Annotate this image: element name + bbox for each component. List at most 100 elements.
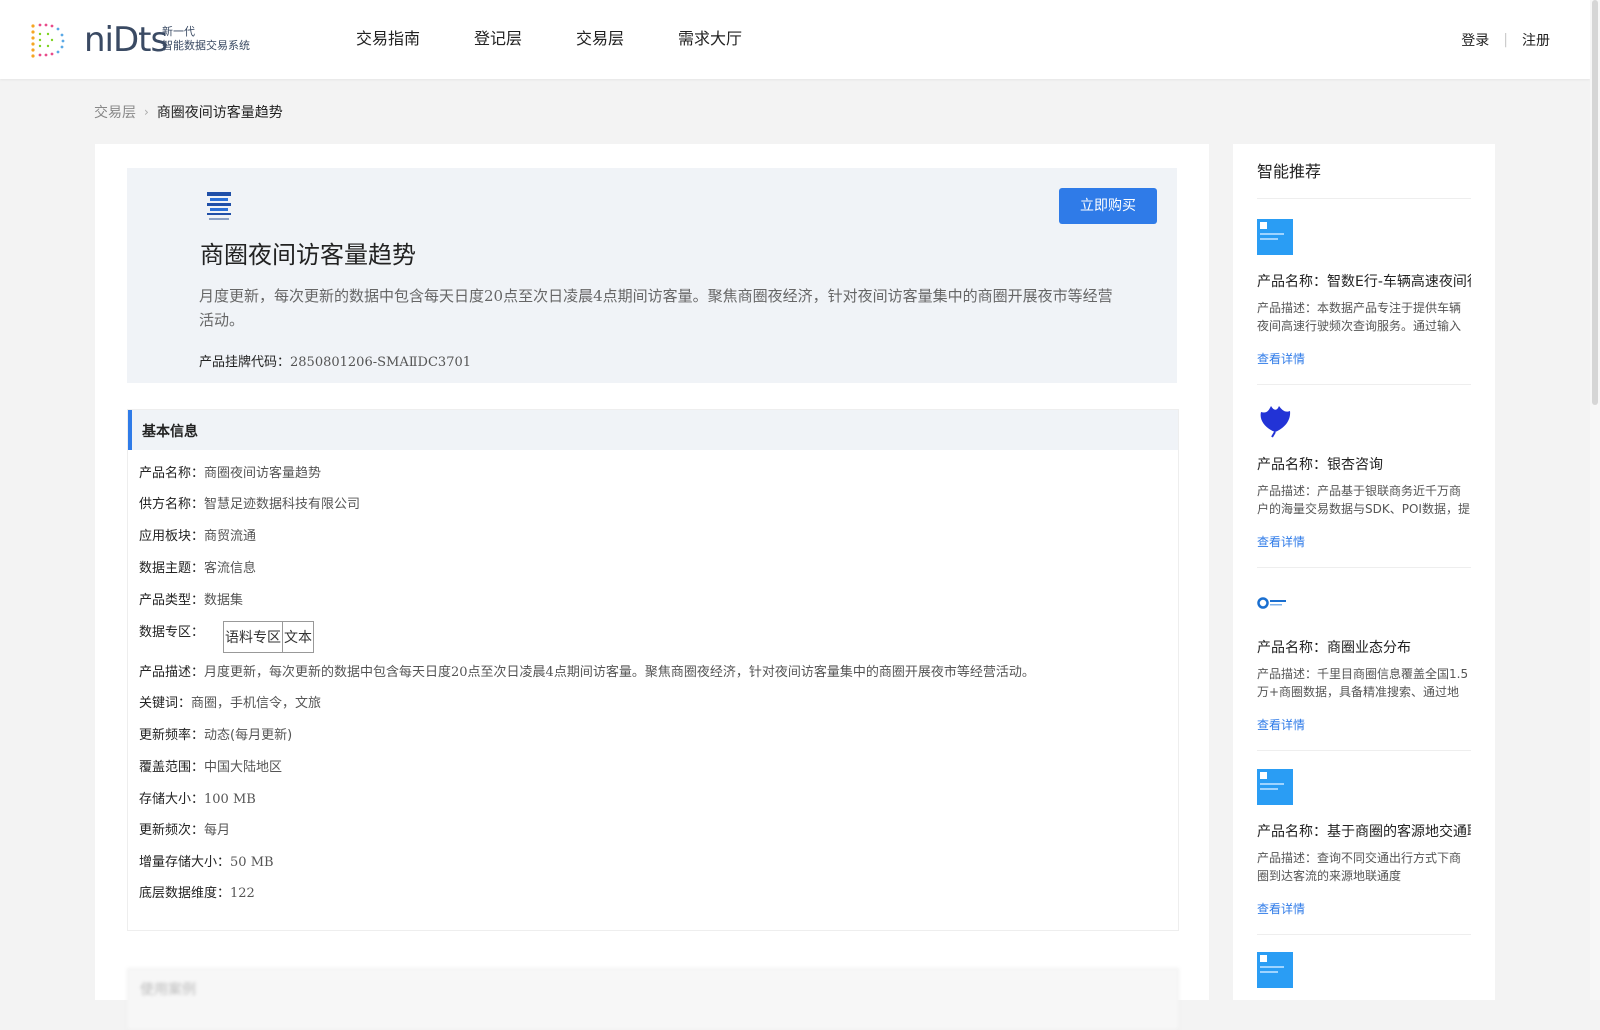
divider (1257, 567, 1471, 568)
recommendation-item[interactable]: 产品名称：银杏咨询 产品描述：产品基于银联商务近千万商户的海量交易数据与SDK、… (1257, 402, 1471, 552)
info-row-zone: 数据专区： 语料专区 文本 (139, 621, 314, 653)
info-row-storage-size: 存储大小：100 MB (139, 788, 256, 807)
auth-separator: | (1503, 32, 1508, 48)
info-value: 数据集 (204, 593, 244, 608)
info-value: 动态(每月更新) (204, 728, 293, 743)
name-value: 智数E行-车辆高速夜间行驶 (1327, 274, 1471, 290)
info-label: 应用板块： (139, 529, 205, 544)
page-scrollbar[interactable] (1590, 0, 1600, 1000)
recommendation-desc: 产品描述：产品基于银联商务近千万商户的海量交易数据与SDK、POI数据，提供商圈… (1257, 482, 1471, 518)
auth-links: 登录 | 注册 (1461, 30, 1550, 50)
info-value: 每月 (204, 823, 231, 838)
logo-sub-line1: 新一代 (162, 25, 195, 38)
info-value: 智慧足迹数据科技有限公司 (204, 497, 361, 512)
info-row-supplier: 供方名称：智慧足迹数据科技有限公司 (139, 493, 360, 512)
product-listing-code: 产品挂牌代码：2850801206-SMAⅡDC3701 (199, 351, 471, 370)
info-row-update-frequency: 更新频率：动态(每月更新) (139, 724, 292, 743)
site-logo[interactable]: niDts 新一代 智能数据交易系统 (28, 18, 268, 62)
listing-code-label: 产品挂牌代码： (199, 355, 291, 370)
info-value: 100 MB (204, 792, 256, 807)
buy-now-button[interactable]: 立即购买 (1059, 188, 1157, 224)
info-label: 供方名称： (139, 497, 205, 512)
logo-mark-icon (31, 23, 65, 58)
breadcrumb-parent[interactable]: 交易层 (94, 102, 136, 122)
nav-trading-layer[interactable]: 交易层 (576, 27, 624, 51)
recommendation-name: 产品名称：商圈业态分布 (1257, 637, 1471, 657)
info-label: 数据主题： (139, 561, 205, 576)
info-row-incremental-size: 增量存储大小：50 MB (139, 851, 274, 870)
name-value: 商圈业态分布 (1327, 640, 1411, 656)
chevron-right-icon: › (144, 105, 149, 119)
product-title: 商圈夜间访客量趋势 (200, 241, 416, 269)
recommendation-item[interactable]: 产品名称：商圈业态分布 产品描述：千里目商圈信息覆盖全国1.5万+商圈数据，具备… (1257, 585, 1471, 735)
usage-title: 使用案例 (140, 982, 196, 998)
info-row-dimensions: 底层数据维度：122 (139, 882, 255, 901)
desc-prefix: 产品描述： (1257, 301, 1318, 315)
name-prefix: 产品名称： (1257, 640, 1327, 656)
product-hero: 立即购买 商圈夜间访客量趋势 月度更新，每次更新的数据中包含每天日度20点至次日… (127, 168, 1177, 383)
info-row-theme: 数据主题：客流信息 (139, 557, 256, 576)
recommendation-item[interactable] (1257, 952, 1471, 1000)
nav-demand-hall[interactable]: 需求大厅 (678, 27, 742, 51)
name-value: 基于商圈的客源地交通联通度 (1327, 824, 1471, 840)
basic-info-title: 基本信息 (142, 424, 198, 440)
name-prefix: 产品名称： (1257, 824, 1327, 840)
product-provider-logo (207, 192, 231, 220)
usage-section-header: 使用案例 (127, 968, 1179, 1030)
recommendation-desc: 产品描述：本数据产品专注于提供车辆夜间高速行驶频次查询服务。通过输入车辆信息即可… (1257, 299, 1471, 335)
name-value: 银杏咨询 (1327, 457, 1383, 473)
divider (1257, 198, 1471, 199)
info-label: 更新频次： (139, 823, 205, 838)
login-link[interactable]: 登录 (1461, 30, 1489, 50)
breadcrumb-current: 商圈夜间访客量趋势 (156, 105, 283, 121)
ginkgo-icon (1260, 406, 1291, 438)
desc-prefix: 产品描述： (1257, 851, 1318, 865)
info-label: 关键词： (139, 696, 192, 711)
zone-cell-text: 文本 (282, 621, 314, 653)
data-zone-table: 语料专区 文本 (223, 621, 314, 653)
zone-cell-corpus: 语料专区 (223, 621, 283, 653)
info-value: 50 MB (230, 855, 274, 870)
info-row-type: 产品类型：数据集 (139, 589, 243, 608)
info-row-keywords: 关键词：商圈，手机信令，文旅 (139, 692, 321, 711)
name-prefix: 产品名称： (1257, 457, 1327, 473)
basic-info-section: 基本信息 产品名称：商圈夜间访客量趋势 供方名称：智慧足迹数据科技有限公司 应用… (127, 409, 1179, 931)
info-value: 月度更新，每次更新的数据中包含每天日度20点至次日凌晨4点期间访客量。聚焦商圈夜… (204, 665, 1035, 680)
view-details-link[interactable]: 查看详情 (1257, 533, 1305, 550)
info-label: 产品名称： (139, 466, 205, 481)
product-description: 月度更新，每次更新的数据中包含每天日度20点至次日凌晨4点期间访客量。聚焦商圈夜… (199, 287, 1113, 329)
recommendation-name: 产品名称：银杏咨询 (1257, 454, 1471, 474)
info-value: 商圈夜间访客量趋势 (204, 466, 322, 481)
view-details-link[interactable]: 查看详情 (1257, 716, 1305, 733)
name-prefix: 产品名称： (1257, 274, 1327, 290)
view-details-link[interactable]: 查看详情 (1257, 900, 1305, 917)
register-link[interactable]: 注册 (1522, 30, 1550, 50)
desc-prefix: 产品描述： (1257, 484, 1318, 498)
recommendation-name: 产品名称：基于商圈的客源地交通联通度 (1257, 821, 1471, 841)
recommendation-item[interactable]: 产品名称：智数E行-车辆高速夜间行驶 产品描述：本数据产品专注于提供车辆夜间高速… (1257, 219, 1471, 369)
logo-sub-line2: 智能数据交易系统 (162, 39, 250, 52)
breadcrumb: 交易层 › 商圈夜间访客量趋势 (94, 102, 283, 122)
divider (1257, 934, 1471, 935)
info-label: 产品类型： (139, 593, 205, 608)
recommendation-desc: 产品描述：千里目商圈信息覆盖全国1.5万+商圈数据，具备精准搜索、通过地图展示等… (1257, 665, 1471, 701)
scrollbar-thumb[interactable] (1592, 0, 1598, 405)
nav-registration-layer[interactable]: 登记层 (474, 27, 522, 51)
blue-card-icon (1257, 219, 1293, 255)
recommendation-title: 智能推荐 (1257, 162, 1322, 181)
info-row-update-cadence: 更新频次：每月 (139, 819, 230, 838)
desc-prefix: 产品描述： (1257, 667, 1318, 681)
info-label: 覆盖范围： (139, 760, 205, 775)
view-details-link[interactable]: 查看详情 (1257, 350, 1305, 367)
info-row-coverage: 覆盖范围：中国大陆地区 (139, 756, 282, 775)
listing-code-value: 2850801206-SMAⅡDC3701 (290, 355, 472, 370)
recommendation-panel: 智能推荐 产品名称：智数E行-车辆高速夜间行驶 产品描述：本数据产品专注于提供车… (1233, 144, 1495, 1000)
info-row-product-name: 产品名称：商圈夜间访客量趋势 (139, 462, 321, 481)
recommendation-item[interactable]: 产品名称：基于商圈的客源地交通联通度 产品描述：查询不同交通出行方式下商圈到达客… (1257, 769, 1471, 919)
info-value: 客流信息 (204, 561, 257, 576)
blue-card-icon (1257, 952, 1293, 988)
info-row-description: 产品描述：月度更新，每次更新的数据中包含每天日度20点至次日凌晨4点期间访客量。… (139, 661, 1035, 680)
info-label: 数据专区： (139, 625, 205, 640)
nav-trade-guide[interactable]: 交易指南 (356, 27, 420, 51)
main-nav: 交易指南 登记层 交易层 需求大厅 (356, 27, 796, 51)
